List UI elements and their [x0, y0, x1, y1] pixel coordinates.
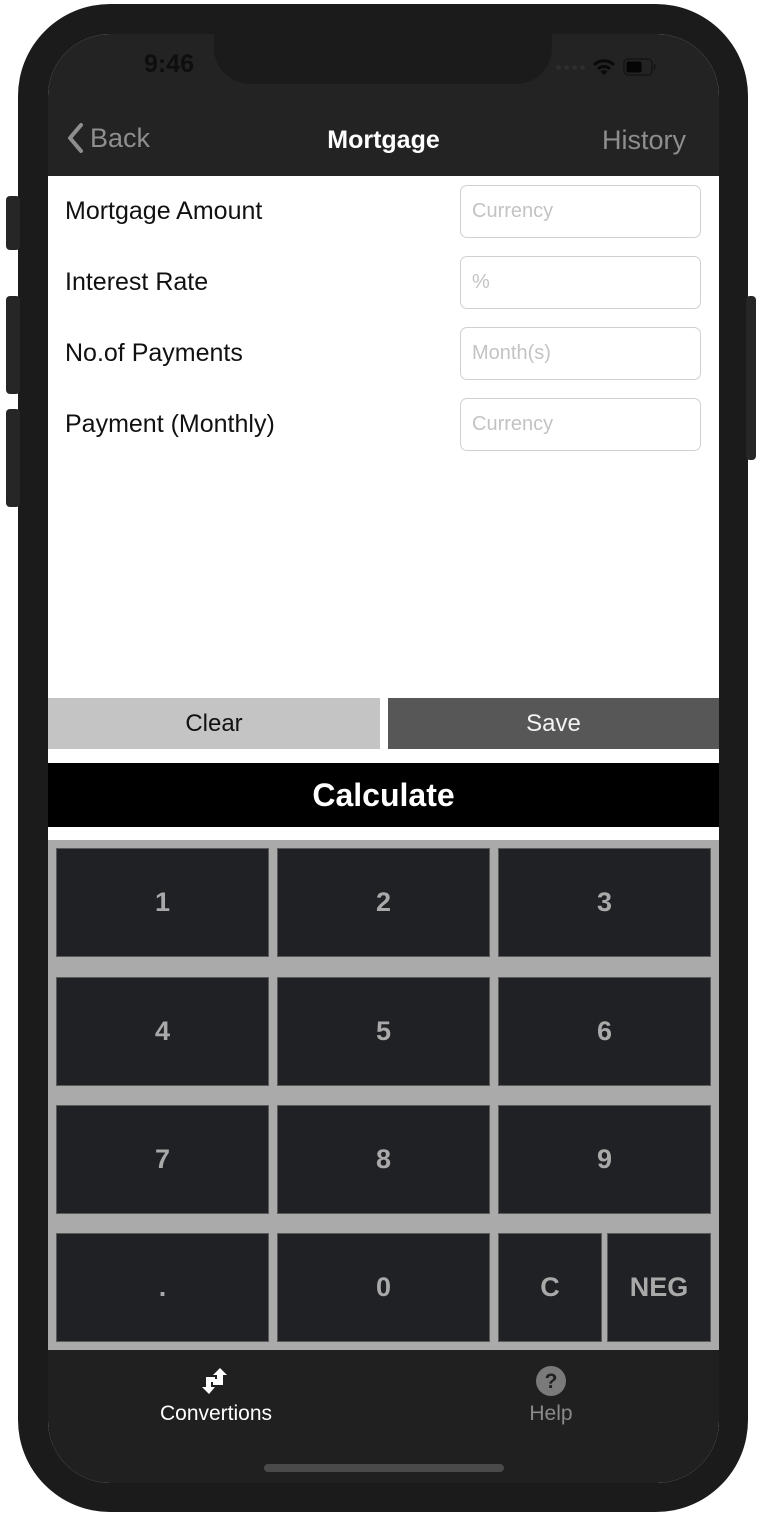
- power-button: [746, 296, 756, 460]
- tab-help-label: Help: [529, 1402, 573, 1425]
- tab-convertions-label: Convertions: [159, 1402, 273, 1425]
- mute-switch: [6, 196, 20, 250]
- key-decimal[interactable]: .: [56, 1233, 269, 1342]
- key-negate[interactable]: NEG: [607, 1233, 711, 1342]
- key-3[interactable]: 3: [498, 848, 711, 957]
- clear-button[interactable]: Clear: [48, 698, 380, 749]
- keypad: 1 2 3 4 5 6 7 8 9 . 0 C NEG: [48, 840, 719, 1350]
- number-of-payments-input[interactable]: [460, 327, 701, 380]
- key-6[interactable]: 6: [498, 977, 711, 1086]
- wifi-icon: [593, 58, 615, 75]
- save-button[interactable]: Save: [388, 698, 719, 749]
- key-0[interactable]: 0: [277, 1233, 490, 1342]
- svg-text:?: ?: [545, 1370, 558, 1393]
- battery-icon: [623, 58, 656, 76]
- key-8[interactable]: 8: [277, 1105, 490, 1214]
- key-9[interactable]: 9: [498, 1105, 711, 1214]
- calculate-button[interactable]: Calculate: [48, 763, 719, 827]
- key-1[interactable]: 1: [56, 848, 269, 957]
- monthly-payment-input[interactable]: [460, 398, 701, 451]
- form-row-interest-rate: Interest Rate: [48, 256, 719, 312]
- screen: 9:46 Back Mortgage History Mortgage Amou…: [48, 34, 719, 1483]
- form-row-number-of-payments: No.of Payments: [48, 327, 719, 383]
- tab-help[interactable]: ? Help: [451, 1364, 651, 1426]
- signal-dots-icon: [556, 64, 585, 70]
- mortgage-form: Mortgage Amount Interest Rate No.of Paym…: [48, 176, 719, 698]
- notch: [214, 34, 552, 84]
- back-button[interactable]: Back: [66, 122, 150, 154]
- chevron-left-icon: [68, 123, 83, 153]
- tab-convertions[interactable]: Convertions: [116, 1364, 316, 1426]
- mortgage-amount-label: Mortgage Amount: [65, 197, 263, 225]
- interest-rate-input[interactable]: [460, 256, 701, 309]
- page-title: Mortgage: [327, 126, 440, 154]
- volume-up-button: [6, 296, 20, 394]
- key-clear[interactable]: C: [498, 1233, 602, 1342]
- monthly-payment-label: Payment (Monthly): [65, 410, 275, 438]
- convert-arrows-icon: [202, 1368, 227, 1394]
- back-label: Back: [90, 122, 151, 153]
- form-row-monthly-payment: Payment (Monthly): [48, 398, 719, 454]
- home-indicator[interactable]: [264, 1464, 504, 1472]
- help-circle-icon: ?: [536, 1366, 566, 1396]
- key-2[interactable]: 2: [277, 848, 490, 957]
- key-5[interactable]: 5: [277, 977, 490, 1086]
- history-button[interactable]: History: [602, 125, 686, 156]
- interest-rate-label: Interest Rate: [65, 268, 209, 296]
- form-row-mortgage-amount: Mortgage Amount: [48, 185, 719, 241]
- key-7[interactable]: 7: [56, 1105, 269, 1214]
- volume-down-button: [6, 409, 20, 507]
- number-of-payments-label: No.of Payments: [65, 339, 243, 367]
- key-4[interactable]: 4: [56, 977, 269, 1086]
- status-time: 9:46: [143, 50, 195, 78]
- status-icons: [556, 58, 657, 76]
- mortgage-amount-input[interactable]: [460, 185, 701, 238]
